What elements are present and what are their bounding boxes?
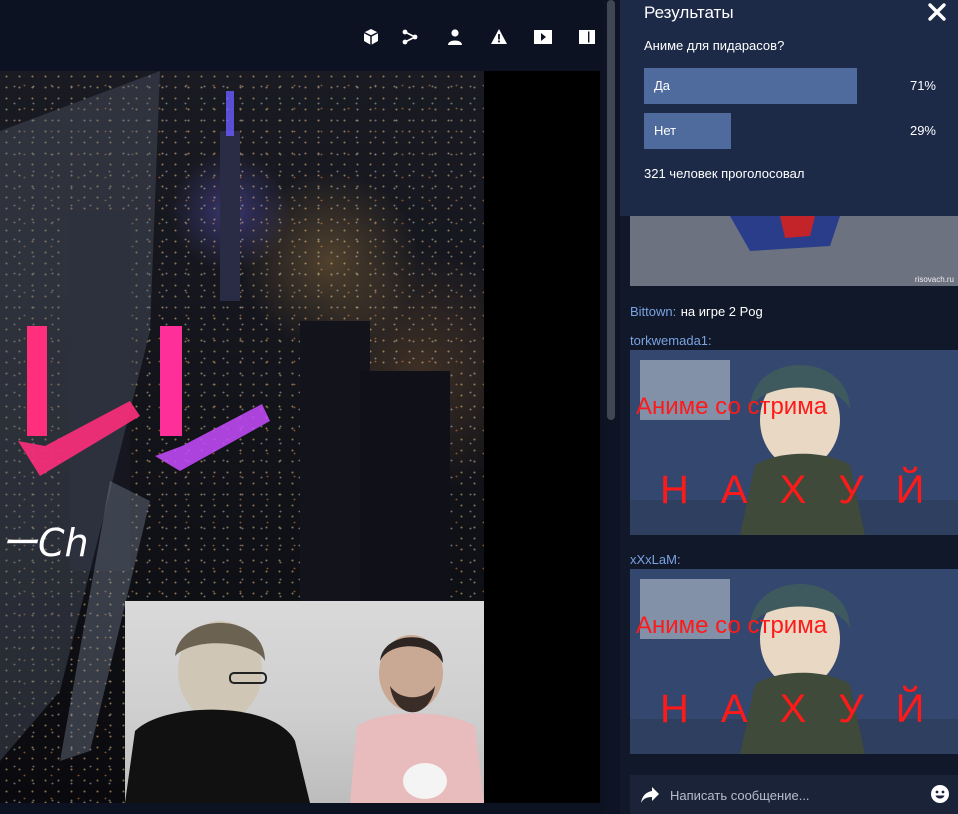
poll-bar	[644, 68, 857, 104]
cube-icon[interactable]	[361, 27, 381, 47]
poll-question: Аниме для пидарасов?	[644, 38, 785, 53]
poll-option-no[interactable]: Нет 29%	[644, 113, 944, 149]
poll-total-votes: 321 человек проголосовал	[644, 166, 805, 181]
chat-username[interactable]: torkwemada1:	[630, 333, 712, 348]
chat-message: Bittown: на игре 2 Pog	[630, 303, 763, 321]
poll-option-label: Нет	[654, 123, 677, 138]
player-toolbar	[0, 0, 604, 70]
play-icon[interactable]	[533, 27, 553, 47]
chat-username[interactable]: xXxLaM:	[630, 552, 681, 567]
webcam-overlay	[125, 601, 484, 803]
poll-option-yes[interactable]: Да 71%	[644, 68, 944, 104]
meme-watermark: risovach.ru	[914, 275, 954, 284]
close-icon[interactable]	[926, 1, 948, 23]
poll-title: Результаты	[644, 3, 734, 22]
chat-column: risovach.ru Bittown: на игре 2 Pog torkw…	[620, 0, 958, 814]
chat-message-text: на игре 2 Pog	[680, 304, 763, 319]
layout-icon[interactable]	[577, 27, 597, 47]
chat-message: torkwemada1:	[630, 332, 712, 350]
warning-icon[interactable]	[489, 27, 509, 47]
chat-message: xXxLaM:	[630, 551, 681, 569]
emoji-icon[interactable]	[930, 784, 950, 804]
player-bottom-bar	[0, 803, 604, 814]
meme-bottom-text: НАХУЙ	[660, 687, 957, 731]
poll-results-panel: Результаты Аниме для пидарасов? Да 71% Н…	[620, 0, 958, 216]
player-scrollbar[interactable]	[606, 0, 616, 430]
meme-top-text: Аниме со стрима	[636, 393, 828, 420]
chat-meme-image: Аниме со стрима НАХУЙ	[630, 569, 958, 754]
share-icon[interactable]	[400, 27, 420, 47]
chat-message-input[interactable]	[668, 783, 922, 807]
poll-option-percent: 29%	[909, 123, 936, 138]
chat-meme-partial: risovach.ru	[630, 216, 958, 286]
video-logo-text: ーCh	[0, 521, 89, 565]
user-icon[interactable]	[445, 27, 465, 47]
poll-option-percent: 71%	[909, 78, 936, 93]
chat-input-bar	[630, 775, 958, 814]
share-arrow-icon[interactable]	[640, 786, 660, 804]
meme-top-text: Аниме со стрима	[636, 612, 828, 639]
poll-option-label: Да	[654, 78, 671, 93]
chat-username[interactable]: Bittown:	[630, 304, 676, 319]
meme-bottom-text: НАХУЙ	[660, 468, 957, 512]
player-area: ーCh	[0, 0, 604, 814]
video-player[interactable]: ーCh	[0, 71, 600, 803]
chat-meme-image: Аниме со стрима НАХУЙ	[630, 350, 958, 535]
